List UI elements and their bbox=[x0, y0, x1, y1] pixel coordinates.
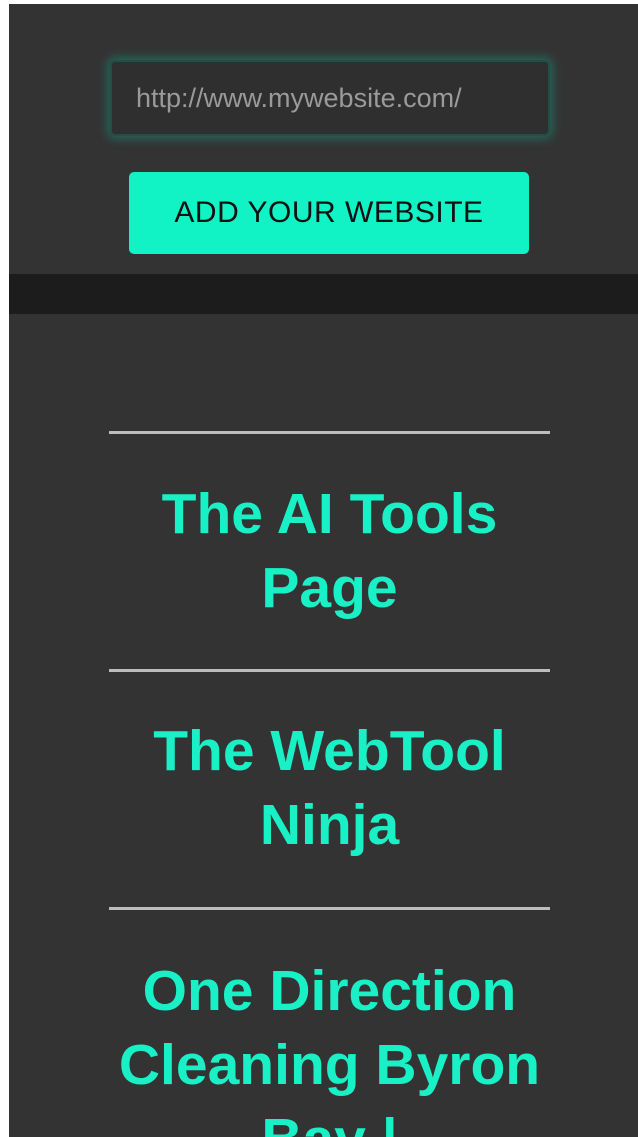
section-separator-band bbox=[9, 274, 638, 314]
divider bbox=[109, 431, 550, 434]
divider bbox=[109, 669, 550, 672]
site-title-link[interactable]: The WebTool Ninja bbox=[89, 714, 570, 862]
site-title-link[interactable]: One Direction Cleaning Byron Bay | bbox=[89, 954, 570, 1137]
website-url-input[interactable] bbox=[110, 60, 550, 136]
site-title-link[interactable]: The AI Tools Page bbox=[89, 477, 570, 625]
page-frame: ADD YOUR WEBSITE The AI Tools Page The W… bbox=[9, 4, 638, 1137]
submit-site-form: ADD YOUR WEBSITE bbox=[9, 4, 638, 274]
divider bbox=[109, 907, 550, 910]
add-website-button[interactable]: ADD YOUR WEBSITE bbox=[129, 172, 529, 254]
